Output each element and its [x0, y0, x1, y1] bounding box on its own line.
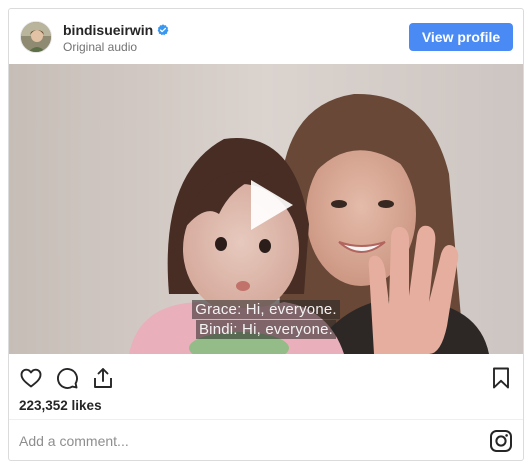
video-captions: Grace: Hi, everyone. Bindi: Hi, everyone… [9, 300, 523, 339]
post-video[interactable]: Grace: Hi, everyone. Bindi: Hi, everyone… [9, 64, 523, 354]
caption-line: Grace: Hi, everyone. [192, 300, 340, 319]
play-icon[interactable] [231, 170, 301, 240]
view-profile-button[interactable]: View profile [409, 23, 513, 51]
instagram-icon[interactable] [489, 429, 513, 453]
caption-line: Bindi: Hi, everyone. [195, 320, 337, 339]
instagram-embed-card: bindisueirwin Original audio View profil… [8, 8, 524, 461]
username-link[interactable]: bindisueirwin [63, 22, 169, 38]
comment-input[interactable] [19, 431, 459, 451]
likes-count[interactable]: 223,352 likes [19, 398, 102, 413]
comment-icon[interactable] [55, 366, 79, 390]
heart-icon[interactable] [19, 366, 43, 390]
comment-bar [9, 420, 523, 460]
post-actions [9, 354, 523, 402]
post-header: bindisueirwin Original audio View profil… [9, 9, 523, 64]
audio-subtitle[interactable]: Original audio [63, 40, 137, 54]
avatar[interactable] [20, 21, 52, 53]
share-icon[interactable] [91, 366, 115, 390]
username-text: bindisueirwin [63, 22, 154, 38]
bookmark-icon[interactable] [489, 366, 513, 390]
verified-badge-icon [157, 24, 169, 36]
